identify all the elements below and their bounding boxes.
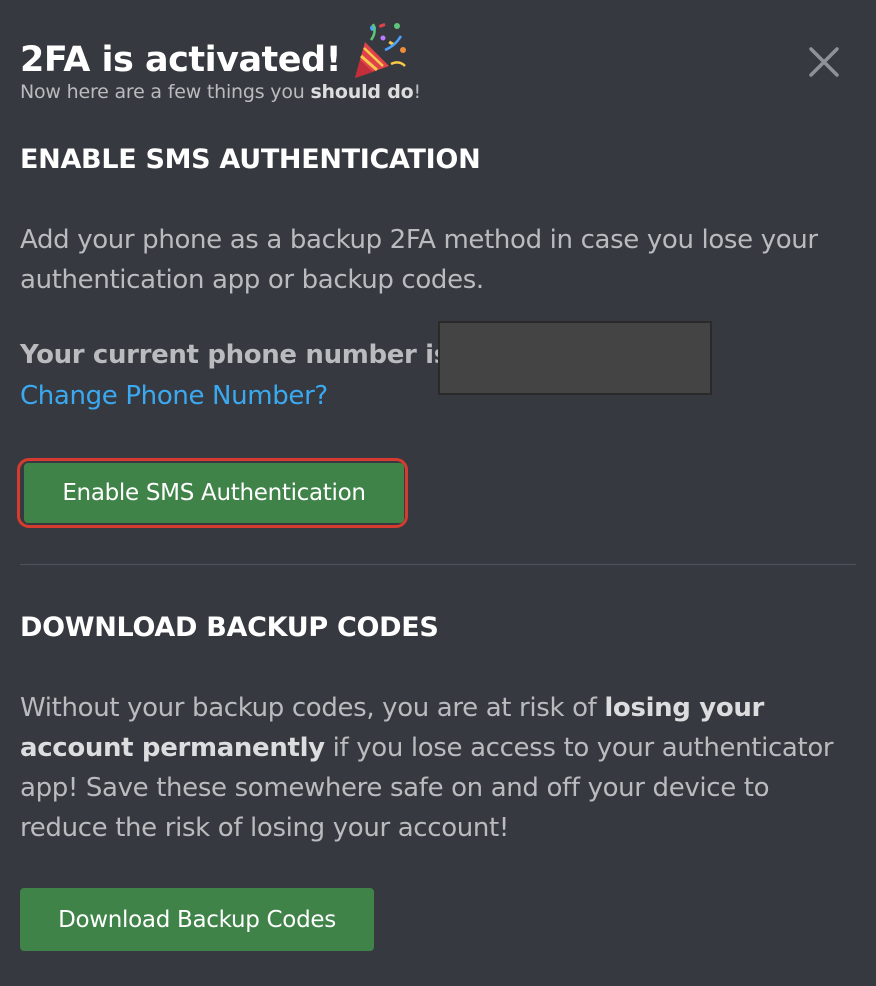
change-phone-number-link[interactable]: Change Phone Number? — [20, 381, 328, 411]
modal-title: 2FA is activated! — [20, 40, 342, 80]
close-icon[interactable] — [804, 42, 844, 82]
phone-number-redacted — [438, 321, 712, 395]
subtitle-prefix: Now here are a few things you — [20, 81, 311, 103]
modal-subtitle: Now here are a few things you should do! — [20, 81, 421, 103]
party-popper-icon — [351, 20, 409, 80]
two-factor-activated-modal: 2FA is activated! Now here are a few thi… — [0, 0, 876, 986]
backup-section-title: DOWNLOAD BACKUP CODES — [20, 612, 439, 643]
backup-description: Without your backup codes, you are at ri… — [20, 688, 840, 848]
phone-number-label: Your current phone number is: — [20, 340, 459, 370]
sms-section-title: ENABLE SMS AUTHENTICATION — [20, 144, 481, 175]
subtitle-suffix: ! — [413, 81, 421, 103]
section-divider — [20, 564, 856, 565]
download-backup-codes-button[interactable]: Download Backup Codes — [20, 888, 374, 951]
backup-desc-part1: Without your backup codes, you are at ri… — [20, 693, 605, 723]
subtitle-bold: should do — [310, 81, 414, 103]
enable-sms-button[interactable]: Enable SMS Authentication — [24, 463, 404, 523]
header-title-row: 2FA is activated! — [20, 18, 409, 78]
sms-description: Add your phone as a backup 2FA method in… — [20, 225, 818, 295]
